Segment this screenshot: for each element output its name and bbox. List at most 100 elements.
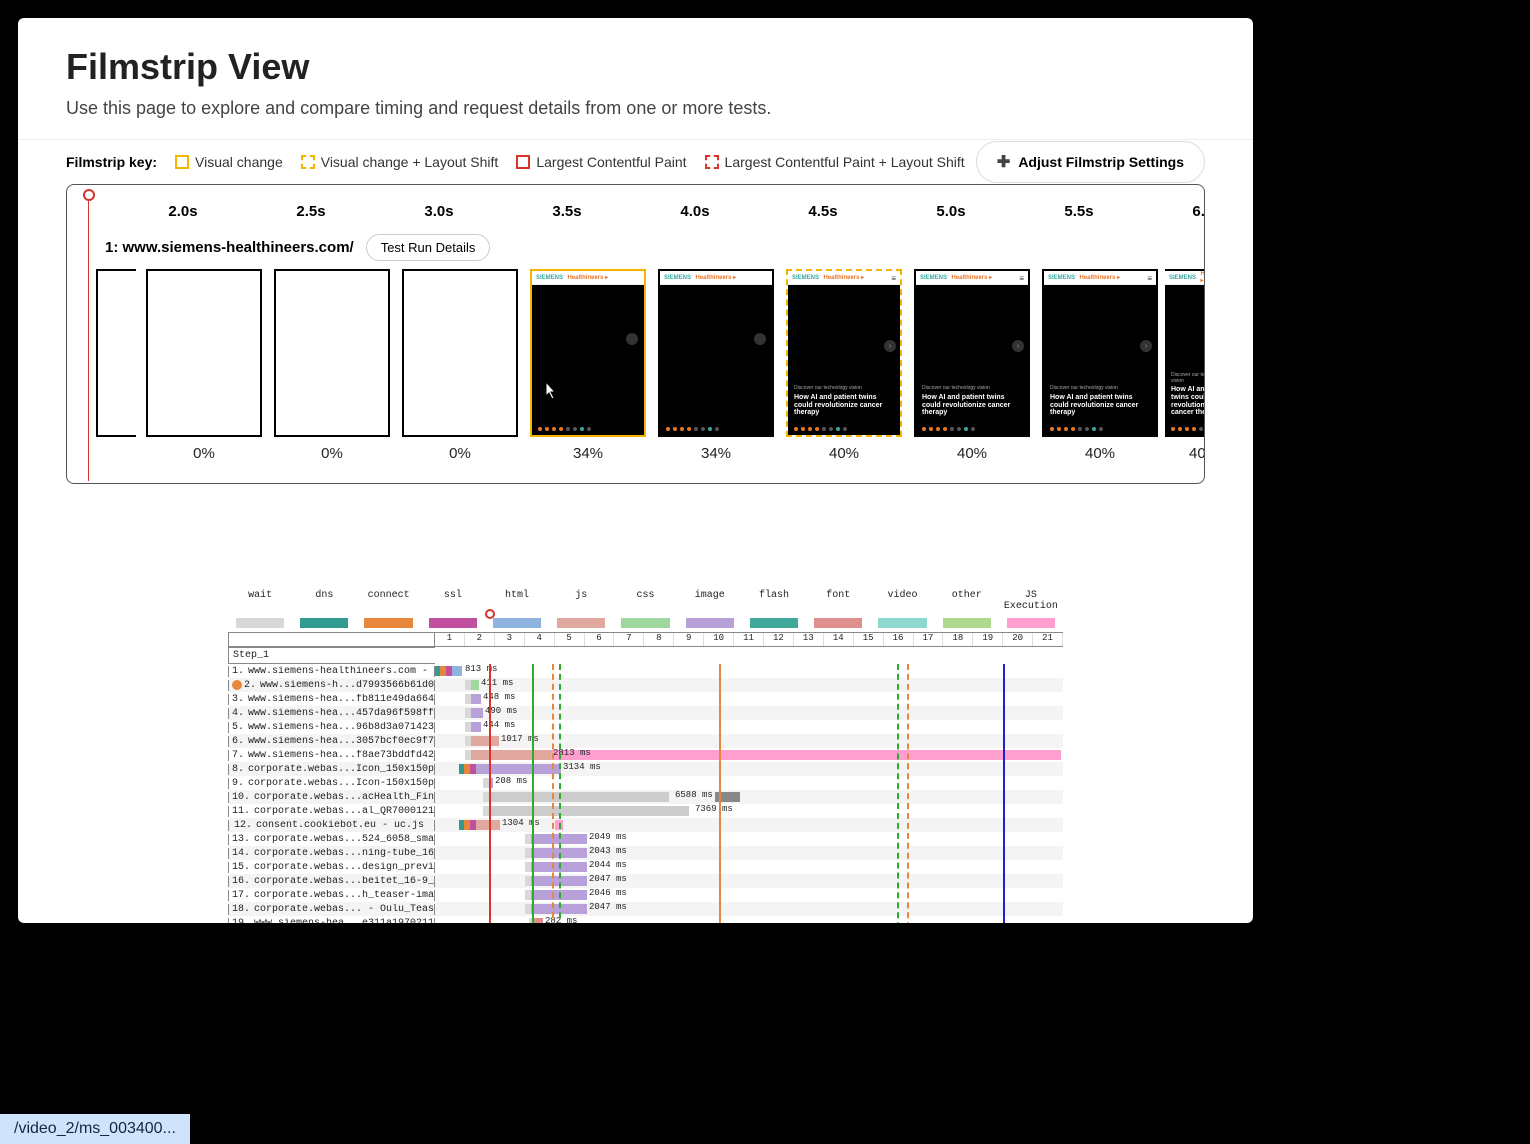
legend-swatch — [750, 618, 798, 628]
frame-percent: 40% — [1085, 445, 1115, 462]
filmstrip-frame[interactable]: SIEMENS Healthineers ▸ — [530, 269, 646, 437]
legend-swatch — [814, 618, 862, 628]
waterfall-row[interactable]: 10.corporate.webas...acHealth_Final.mp36… — [228, 790, 1063, 804]
filmstrip-container: 2.0s2.5s3.0s3.5s4.0s4.5s5.0s5.5s6.0s 1: … — [66, 184, 1205, 484]
filmstrip-frame[interactable] — [402, 269, 518, 437]
status-path: /video_2/ms_003400... — [0, 1114, 190, 1144]
frame-percent: 34% — [701, 445, 731, 462]
legend-swatch — [1007, 618, 1055, 628]
filmstrip-frame[interactable]: SIEMENS Healthineers ▸≡›Discover our tec… — [1165, 269, 1205, 437]
test-label: 1: www.siemens-healthineers.com/ — [105, 239, 354, 256]
waterfall-row[interactable]: 13.corporate.webas...524_6058_small.jpg2… — [228, 832, 1063, 846]
key-visual-change: Visual change — [175, 154, 283, 170]
legend-swatch — [364, 618, 412, 628]
legend-swatch — [493, 618, 541, 628]
filmstrip-frame[interactable] — [146, 269, 262, 437]
page-subtitle: Use this page to explore and compare tim… — [66, 98, 1205, 119]
waterfall-row[interactable]: 16.corporate.webas...beitet_16-9_HQ.JPG2… — [228, 874, 1063, 888]
waterfall-row[interactable]: 15.corporate.webas...design_preview.jpg2… — [228, 860, 1063, 874]
time-tick: 12 — [764, 633, 794, 646]
time-mark: 2.5s — [247, 203, 375, 220]
cursor-icon — [540, 380, 560, 407]
legend-label: video — [870, 590, 934, 612]
key-label: Filmstrip key: — [66, 154, 157, 170]
timeline-marker — [489, 664, 491, 923]
waterfall-row[interactable]: 7.www.siemens-hea...f8ae73bddfd42b6.js28… — [228, 748, 1063, 762]
time-mark: 2.0s — [119, 203, 247, 220]
legend-label: dns — [292, 590, 356, 612]
legend-swatch — [557, 618, 605, 628]
filmstrip-frame[interactable]: SIEMENS Healthineers ▸≡›Discover our tec… — [786, 269, 902, 437]
waterfall-row[interactable]: 2.www.siemens-h...d7993566b61d0.css411 m… — [228, 678, 1063, 692]
plus-icon: ✚ — [997, 152, 1010, 172]
timeline-marker — [907, 664, 909, 923]
legend-label: css — [613, 590, 677, 612]
waterfall-row[interactable]: 12.consent.cookiebot.eu - uc.js1304 ms — [228, 818, 1063, 832]
legend-label: connect — [356, 590, 420, 612]
waterfall-row[interactable]: 5.www.siemens-hea...96b8d3a0714239.svg44… — [228, 720, 1063, 734]
adjust-filmstrip-button[interactable]: ✚Adjust Filmstrip Settings — [976, 141, 1205, 183]
legend-label: wait — [228, 590, 292, 612]
waterfall-chart: waitdnsconnectsslhtmljscssimageflashfont… — [228, 588, 1063, 923]
step-label: Step_1 — [228, 647, 435, 664]
waterfall-scrub-handle[interactable] — [485, 609, 495, 619]
time-mark: 4.5s — [759, 203, 887, 220]
waterfall-row[interactable]: 3.www.siemens-hea...fb811e49da6643.png44… — [228, 692, 1063, 706]
time-tick: 7 — [614, 633, 644, 646]
timeline-marker — [559, 664, 561, 923]
waterfall-row[interactable]: 18.corporate.webas... - Oulu_Teaser.jpg2… — [228, 902, 1063, 916]
frame-percent: 40% — [829, 445, 859, 462]
hamburger-icon: ≡ — [891, 274, 896, 283]
time-tick: 11 — [734, 633, 764, 646]
key-lcp: Largest Contentful Paint — [516, 154, 686, 170]
test-run-details-button[interactable]: Test Run Details — [366, 234, 491, 261]
legend-swatch — [686, 618, 734, 628]
legend-label: html — [485, 590, 549, 612]
legend-swatch — [300, 618, 348, 628]
legend-label: js — [549, 590, 613, 612]
time-tick: 21 — [1033, 633, 1063, 646]
time-tick: 19 — [973, 633, 1003, 646]
frame-percent: 0% — [193, 445, 215, 462]
filmstrip-frame[interactable]: SIEMENS Healthineers ▸ — [658, 269, 774, 437]
waterfall-row[interactable]: 9.corporate.webas...Icon-150x150px.jpg20… — [228, 776, 1063, 790]
chevron-right-icon: › — [1012, 340, 1024, 352]
time-mark: 4.0s — [631, 203, 759, 220]
frame-percent: 0% — [321, 445, 343, 462]
legend-label: other — [935, 590, 999, 612]
waterfall-row[interactable]: 4.www.siemens-hea...457da96f598ff9.png49… — [228, 706, 1063, 720]
legend-swatch — [943, 618, 991, 628]
time-tick: 1 — [435, 633, 465, 646]
chevron-right-icon: › — [884, 340, 896, 352]
frame-percent: 0% — [449, 445, 471, 462]
filmstrip-frame[interactable] — [274, 269, 390, 437]
time-tick: 6 — [585, 633, 615, 646]
waterfall-row[interactable]: 14.corporate.webas...ning-tube_16x9.jpg2… — [228, 846, 1063, 860]
legend-label: flash — [742, 590, 806, 612]
frame-percent: 40% — [957, 445, 987, 462]
legend-label: font — [806, 590, 870, 612]
time-tick: 10 — [704, 633, 734, 646]
filmstrip-frame[interactable]: SIEMENS Healthineers ▸≡›Discover our tec… — [914, 269, 1030, 437]
waterfall-row[interactable]: 1.www.siemens-healthineers.com - /813 ms — [228, 664, 1063, 678]
hamburger-icon: ≡ — [1019, 274, 1024, 283]
waterfall-row[interactable]: 6.www.siemens-hea...3057bcf0ec9f7a7.js10… — [228, 734, 1063, 748]
time-tick: 2 — [465, 633, 495, 646]
waterfall-row[interactable]: 8.corporate.webas...Icon_150x150px.jpg31… — [228, 762, 1063, 776]
frame-percent: 34% — [573, 445, 603, 462]
legend-label: JS Execution — [999, 590, 1063, 612]
waterfall-row[interactable]: 11.corporate.webas...al_QR700012193.mp37… — [228, 804, 1063, 818]
filmstrip-frame[interactable] — [96, 269, 136, 437]
swatch-visual-change-icon — [175, 155, 189, 169]
time-mark: 3.5s — [503, 203, 631, 220]
page-title: Filmstrip View — [66, 46, 1205, 88]
time-mark: 6.0s — [1143, 203, 1205, 220]
key-visual-change-ls: Visual change + Layout Shift — [301, 154, 499, 170]
filmstrip-frame[interactable]: SIEMENS Healthineers ▸≡›Discover our tec… — [1042, 269, 1158, 437]
waterfall-row[interactable]: 19.www.siemens-hea...e311a19702113.woff2… — [228, 916, 1063, 923]
time-tick: 3 — [495, 633, 525, 646]
legend-label: image — [678, 590, 742, 612]
time-mark: 3.0s — [375, 203, 503, 220]
timeline-marker — [552, 664, 554, 923]
waterfall-row[interactable]: 17.corporate.webas...h_teaser-image.jpg2… — [228, 888, 1063, 902]
